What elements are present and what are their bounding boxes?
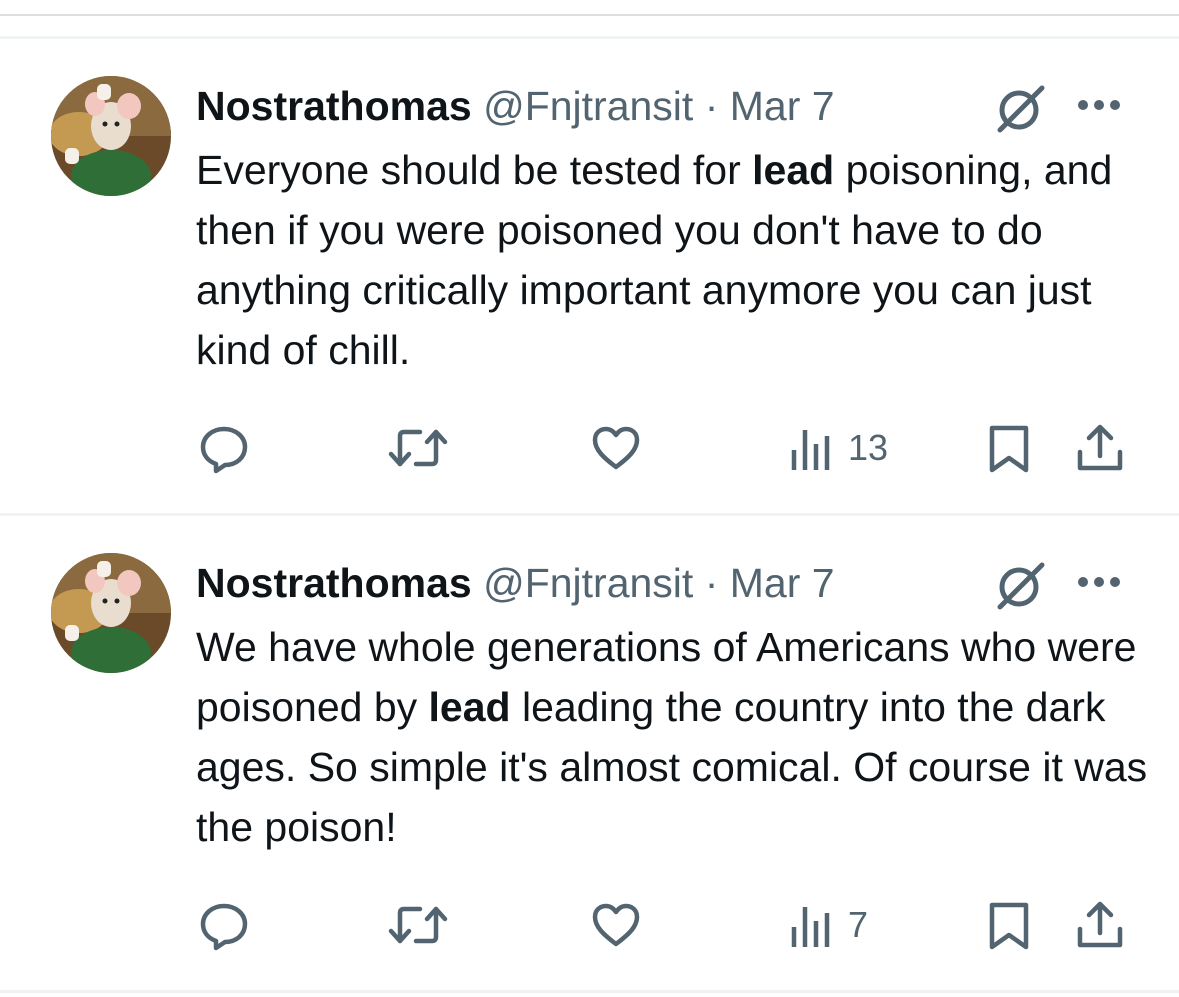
bookmark-button[interactable] (986, 420, 1032, 476)
views-icon (790, 422, 834, 474)
reply-button[interactable] (198, 897, 250, 953)
reply-button[interactable] (198, 420, 250, 476)
bookmark-icon (986, 422, 1032, 474)
tweet-header: Nostrathomas @Fnjtransit · Mar 7 (196, 78, 835, 134)
grok-icon[interactable] (992, 84, 1048, 134)
like-icon (590, 899, 642, 951)
like-button[interactable] (590, 897, 642, 953)
separator-dot: · (704, 560, 719, 606)
action-bar: 13 (0, 420, 1179, 480)
reply-icon (198, 422, 250, 474)
retweet-button[interactable] (388, 420, 448, 476)
separator-dot: · (704, 83, 719, 129)
share-button[interactable] (1074, 420, 1126, 476)
more-icon[interactable] (1076, 98, 1122, 112)
share-button[interactable] (1074, 897, 1126, 953)
display-name[interactable]: Nostrathomas (196, 83, 472, 129)
tweet-date[interactable]: Mar 7 (730, 83, 835, 129)
share-icon (1074, 422, 1126, 474)
display-name[interactable]: Nostrathomas (196, 560, 472, 606)
user-handle[interactable]: @Fnjtransit (483, 560, 693, 606)
tweet[interactable]: Nostrathomas @Fnjtransit · Mar 7 Everyon… (0, 0, 1179, 475)
highlighted-term: lead (752, 147, 835, 193)
user-handle[interactable]: @Fnjtransit (483, 83, 693, 129)
tweet-text: We have whole generations of Americans w… (196, 617, 1156, 857)
tweet-text-part: Everyone should be tested for (196, 147, 753, 193)
views-button[interactable]: 7 (790, 897, 868, 953)
grok-icon[interactable] (992, 561, 1048, 611)
bookmark-button[interactable] (986, 897, 1032, 953)
retweet-icon (388, 422, 448, 474)
avatar[interactable] (51, 553, 171, 673)
tweet[interactable]: Nostrathomas @Fnjtransit · Mar 7 We have… (0, 477, 1179, 952)
tweet-date[interactable]: Mar 7 (730, 560, 835, 606)
retweet-icon (388, 899, 448, 951)
action-bar: 7 (0, 897, 1179, 957)
tweet-header: Nostrathomas @Fnjtransit · Mar 7 (196, 555, 835, 611)
share-icon (1074, 899, 1126, 951)
avatar[interactable] (51, 76, 171, 196)
tweet-text: Everyone should be tested for lead poiso… (196, 140, 1156, 380)
reply-icon (198, 899, 250, 951)
retweet-button[interactable] (388, 897, 448, 953)
views-count: 7 (848, 904, 869, 945)
views-button[interactable]: 13 (790, 420, 888, 476)
views-icon (790, 899, 834, 951)
like-icon (590, 422, 642, 474)
like-button[interactable] (590, 420, 642, 476)
more-icon[interactable] (1076, 575, 1122, 589)
bookmark-icon (986, 899, 1032, 951)
tweet-divider (0, 990, 1179, 993)
views-count: 13 (848, 427, 889, 468)
highlighted-term: lead (428, 684, 511, 730)
